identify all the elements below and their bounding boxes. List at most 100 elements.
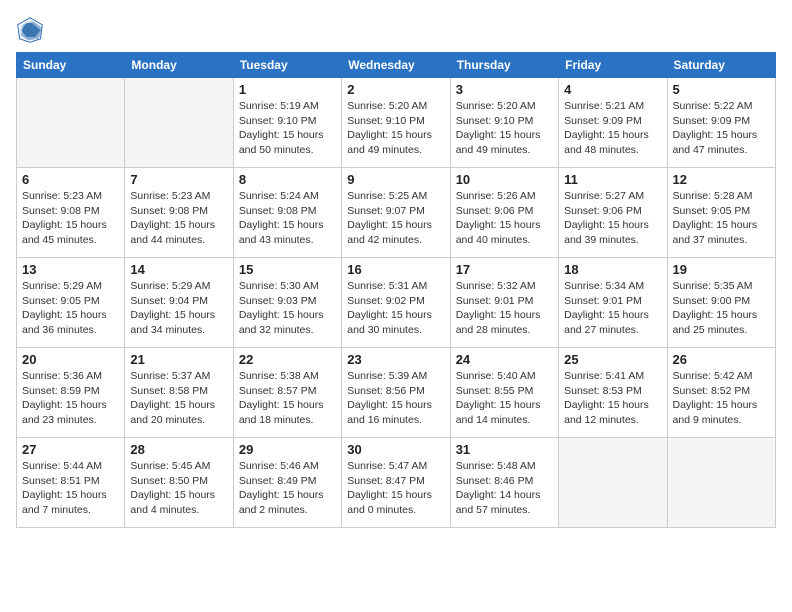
- calendar-cell: 18 Sunrise: 5:34 AM Sunset: 9:01 PM Dayli…: [559, 258, 667, 348]
- day-info: Sunrise: 5:28 AM Sunset: 9:05 PM Dayligh…: [673, 189, 770, 248]
- calendar-cell: 24 Sunrise: 5:40 AM Sunset: 8:55 PM Dayli…: [450, 348, 558, 438]
- calendar-cell: 9 Sunrise: 5:25 AM Sunset: 9:07 PM Daylig…: [342, 168, 450, 258]
- day-info: Sunrise: 5:37 AM Sunset: 8:58 PM Dayligh…: [130, 369, 227, 428]
- day-info: Sunrise: 5:46 AM Sunset: 8:49 PM Dayligh…: [239, 459, 336, 518]
- day-number: 21: [130, 352, 227, 367]
- day-info: Sunrise: 5:32 AM Sunset: 9:01 PM Dayligh…: [456, 279, 553, 338]
- logo-icon: [16, 16, 44, 44]
- calendar-cell: 30 Sunrise: 5:47 AM Sunset: 8:47 PM Dayli…: [342, 438, 450, 528]
- calendar-cell: 13 Sunrise: 5:29 AM Sunset: 9:05 PM Dayli…: [17, 258, 125, 348]
- header-monday: Monday: [125, 53, 233, 78]
- calendar-cell: [559, 438, 667, 528]
- day-info: Sunrise: 5:26 AM Sunset: 9:06 PM Dayligh…: [456, 189, 553, 248]
- calendar-cell: 3Sunrise: 5:20 AM Sunset: 9:10 PM Daylig…: [450, 78, 558, 168]
- calendar-cell: 8 Sunrise: 5:24 AM Sunset: 9:08 PM Daylig…: [233, 168, 341, 258]
- day-number: 24: [456, 352, 553, 367]
- calendar-week-row: 6 Sunrise: 5:23 AM Sunset: 9:08 PM Daylig…: [17, 168, 776, 258]
- day-number: 2: [347, 82, 444, 97]
- calendar-cell: 21 Sunrise: 5:37 AM Sunset: 8:58 PM Dayli…: [125, 348, 233, 438]
- calendar-cell: 26 Sunrise: 5:42 AM Sunset: 8:52 PM Dayli…: [667, 348, 775, 438]
- day-number: 26: [673, 352, 770, 367]
- calendar-cell: [667, 438, 775, 528]
- logo: [16, 16, 48, 44]
- calendar-cell: 20 Sunrise: 5:36 AM Sunset: 8:59 PM Dayli…: [17, 348, 125, 438]
- day-number: 3: [456, 82, 553, 97]
- day-number: 1: [239, 82, 336, 97]
- calendar-cell: 12 Sunrise: 5:28 AM Sunset: 9:05 PM Dayli…: [667, 168, 775, 258]
- day-info: Sunrise: 5:36 AM Sunset: 8:59 PM Dayligh…: [22, 369, 119, 428]
- day-info: Sunrise: 5:42 AM Sunset: 8:52 PM Dayligh…: [673, 369, 770, 428]
- day-number: 29: [239, 442, 336, 457]
- calendar-week-row: 13 Sunrise: 5:29 AM Sunset: 9:05 PM Dayli…: [17, 258, 776, 348]
- day-number: 19: [673, 262, 770, 277]
- calendar-cell: 25Sunrise: 5:41 AM Sunset: 8:53 PM Dayli…: [559, 348, 667, 438]
- header-tuesday: Tuesday: [233, 53, 341, 78]
- day-number: 13: [22, 262, 119, 277]
- day-number: 17: [456, 262, 553, 277]
- day-info: Sunrise: 5:19 AM Sunset: 9:10 PM Dayligh…: [239, 99, 336, 158]
- day-info: Sunrise: 5:25 AM Sunset: 9:07 PM Dayligh…: [347, 189, 444, 248]
- day-info: Sunrise: 5:29 AM Sunset: 9:05 PM Dayligh…: [22, 279, 119, 338]
- calendar-cell: 6 Sunrise: 5:23 AM Sunset: 9:08 PM Daylig…: [17, 168, 125, 258]
- day-number: 7: [130, 172, 227, 187]
- calendar-cell: 7 Sunrise: 5:23 AM Sunset: 9:08 PM Daylig…: [125, 168, 233, 258]
- day-number: 28: [130, 442, 227, 457]
- calendar-cell: 4 Sunrise: 5:21 AM Sunset: 9:09 PM Daylig…: [559, 78, 667, 168]
- calendar-cell: 1 Sunrise: 5:19 AM Sunset: 9:10 PM Daylig…: [233, 78, 341, 168]
- calendar-header-row: SundayMondayTuesdayWednesdayThursdayFrid…: [17, 53, 776, 78]
- day-number: 4: [564, 82, 661, 97]
- day-number: 27: [22, 442, 119, 457]
- day-number: 9: [347, 172, 444, 187]
- day-info: Sunrise: 5:30 AM Sunset: 9:03 PM Dayligh…: [239, 279, 336, 338]
- day-number: 16: [347, 262, 444, 277]
- day-info: Sunrise: 5:41 AM Sunset: 8:53 PM Dayligh…: [564, 369, 661, 428]
- day-number: 12: [673, 172, 770, 187]
- day-number: 6: [22, 172, 119, 187]
- day-info: Sunrise: 5:45 AM Sunset: 8:50 PM Dayligh…: [130, 459, 227, 518]
- calendar-cell: 29 Sunrise: 5:46 AM Sunset: 8:49 PM Dayli…: [233, 438, 341, 528]
- day-info: Sunrise: 5:23 AM Sunset: 9:08 PM Dayligh…: [22, 189, 119, 248]
- header-sunday: Sunday: [17, 53, 125, 78]
- day-number: 11: [564, 172, 661, 187]
- day-number: 14: [130, 262, 227, 277]
- day-number: 8: [239, 172, 336, 187]
- calendar-cell: [125, 78, 233, 168]
- day-number: 20: [22, 352, 119, 367]
- header-friday: Friday: [559, 53, 667, 78]
- calendar-cell: 31Sunrise: 5:48 AM Sunset: 8:46 PM Dayli…: [450, 438, 558, 528]
- day-info: Sunrise: 5:23 AM Sunset: 9:08 PM Dayligh…: [130, 189, 227, 248]
- day-info: Sunrise: 5:24 AM Sunset: 9:08 PM Dayligh…: [239, 189, 336, 248]
- header-thursday: Thursday: [450, 53, 558, 78]
- day-info: Sunrise: 5:22 AM Sunset: 9:09 PM Dayligh…: [673, 99, 770, 158]
- day-number: 5: [673, 82, 770, 97]
- calendar-cell: 5 Sunrise: 5:22 AM Sunset: 9:09 PM Daylig…: [667, 78, 775, 168]
- calendar-table: SundayMondayTuesdayWednesdayThursdayFrid…: [16, 52, 776, 528]
- calendar-week-row: 1 Sunrise: 5:19 AM Sunset: 9:10 PM Daylig…: [17, 78, 776, 168]
- day-info: Sunrise: 5:44 AM Sunset: 8:51 PM Dayligh…: [22, 459, 119, 518]
- calendar-cell: 19 Sunrise: 5:35 AM Sunset: 9:00 PM Dayli…: [667, 258, 775, 348]
- header-saturday: Saturday: [667, 53, 775, 78]
- page-header: [16, 16, 776, 44]
- day-info: Sunrise: 5:35 AM Sunset: 9:00 PM Dayligh…: [673, 279, 770, 338]
- day-info: Sunrise: 5:40 AM Sunset: 8:55 PM Dayligh…: [456, 369, 553, 428]
- day-number: 30: [347, 442, 444, 457]
- day-info: Sunrise: 5:38 AM Sunset: 8:57 PM Dayligh…: [239, 369, 336, 428]
- day-number: 31: [456, 442, 553, 457]
- calendar-cell: 27 Sunrise: 5:44 AM Sunset: 8:51 PM Dayli…: [17, 438, 125, 528]
- calendar-cell: 16Sunrise: 5:31 AM Sunset: 9:02 PM Dayli…: [342, 258, 450, 348]
- day-number: 18: [564, 262, 661, 277]
- day-number: 10: [456, 172, 553, 187]
- day-info: Sunrise: 5:39 AM Sunset: 8:56 PM Dayligh…: [347, 369, 444, 428]
- day-number: 22: [239, 352, 336, 367]
- calendar-cell: 14 Sunrise: 5:29 AM Sunset: 9:04 PM Dayli…: [125, 258, 233, 348]
- calendar-cell: 23Sunrise: 5:39 AM Sunset: 8:56 PM Dayli…: [342, 348, 450, 438]
- day-number: 15: [239, 262, 336, 277]
- day-info: Sunrise: 5:21 AM Sunset: 9:09 PM Dayligh…: [564, 99, 661, 158]
- calendar-cell: 15 Sunrise: 5:30 AM Sunset: 9:03 PM Dayli…: [233, 258, 341, 348]
- header-wednesday: Wednesday: [342, 53, 450, 78]
- day-info: Sunrise: 5:29 AM Sunset: 9:04 PM Dayligh…: [130, 279, 227, 338]
- calendar-cell: 22 Sunrise: 5:38 AM Sunset: 8:57 PM Dayli…: [233, 348, 341, 438]
- day-info: Sunrise: 5:34 AM Sunset: 9:01 PM Dayligh…: [564, 279, 661, 338]
- calendar-cell: 2Sunrise: 5:20 AM Sunset: 9:10 PM Daylig…: [342, 78, 450, 168]
- day-info: Sunrise: 5:47 AM Sunset: 8:47 PM Dayligh…: [347, 459, 444, 518]
